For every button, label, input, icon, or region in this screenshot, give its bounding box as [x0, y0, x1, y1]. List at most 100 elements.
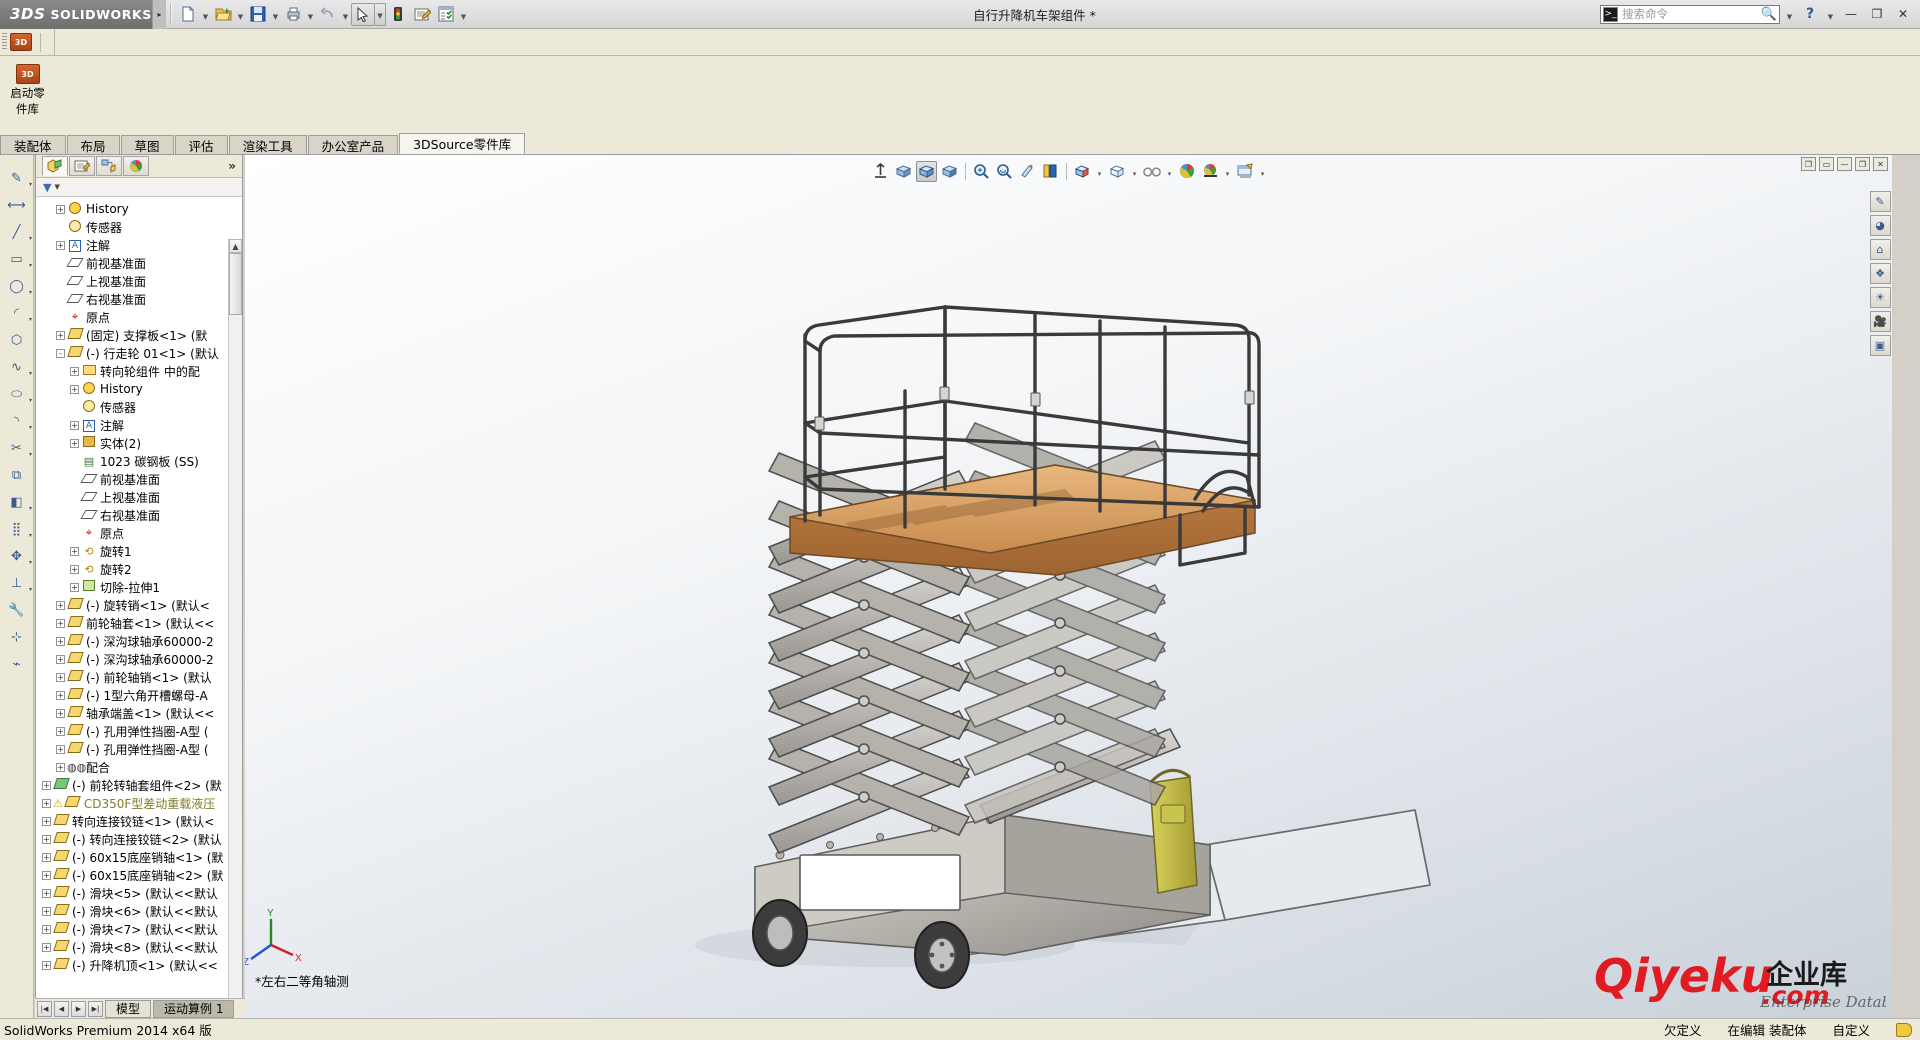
- tree-node[interactable]: + (-) 转向连接铰链<2> (默认: [36, 830, 242, 848]
- tree-node[interactable]: + 前轮轴套<1> (默认<<: [36, 614, 242, 632]
- linear-pattern-tool[interactable]: ⣿ ▾: [0, 516, 33, 543]
- trim-tool-caret[interactable]: ▾: [29, 451, 32, 458]
- section-view-icon[interactable]: [939, 161, 960, 182]
- ribbon-tab-2[interactable]: 草图: [120, 135, 174, 154]
- tree-node[interactable]: + 转向轮组件 中的配: [36, 362, 242, 380]
- tree-node[interactable]: + (-) 60x15底座销轴<2> (默: [36, 866, 242, 884]
- tree-expand-toggle[interactable]: +: [42, 906, 51, 916]
- tree-node[interactable]: + (-) 深沟球轴承60000-2: [36, 650, 242, 668]
- tree-node[interactable]: ⌖ 原点: [36, 308, 242, 326]
- appearances-icon[interactable]: ◕: [1869, 215, 1891, 236]
- tree-expand-toggle[interactable]: +: [56, 636, 65, 646]
- tree-expand-toggle[interactable]: +: [56, 654, 65, 664]
- tree-node[interactable]: 传感器: [36, 218, 242, 236]
- graphics-viewport[interactable]: ▾ ▾ ▾ ▾ ▾ ❐ ▭ — ❐ ✕ ✎ ◕ ⌂ ❖ ☀ 🎥 ▣ Y Z X …: [245, 155, 1892, 1018]
- circle-tool-caret[interactable]: ▾: [29, 289, 32, 296]
- tree-node[interactable]: + (-) 孔用弹性挡圈-A型 (: [36, 722, 242, 740]
- tree-node[interactable]: + 轴承端盖<1> (默认<<: [36, 704, 242, 722]
- display-style-icon-caret[interactable]: ▾: [1095, 161, 1105, 182]
- tree-node[interactable]: + (-) 前轮轴销<1> (默认: [36, 668, 242, 686]
- study-nav-button-0[interactable]: |◀: [37, 1000, 52, 1017]
- tree-expand-toggle[interactable]: +: [56, 204, 65, 214]
- smart-dimension-tool[interactable]: ⟷: [0, 192, 33, 219]
- tree-node[interactable]: ▤ 1023 碳钢板 (SS): [36, 452, 242, 470]
- tree-expand-toggle[interactable]: +: [42, 924, 51, 934]
- display-style-icon[interactable]: [1072, 161, 1093, 182]
- settings-options-caret[interactable]: ▼: [458, 3, 469, 26]
- tree-expand-toggle[interactable]: +: [42, 834, 51, 844]
- tree-node[interactable]: + (-) 滑块<6> (默认<<默认: [36, 902, 242, 920]
- tree-expand-toggle[interactable]: +: [70, 582, 79, 592]
- toolbar-drag-handle[interactable]: [2, 33, 7, 51]
- tree-node[interactable]: + ⟲ 旋转1: [36, 542, 242, 560]
- tree-expand-toggle[interactable]: +: [42, 960, 51, 970]
- select-pointer-button[interactable]: [351, 2, 375, 26]
- tree-expand-toggle[interactable]: +: [56, 672, 65, 682]
- tree-node[interactable]: + ◍◍ 配合: [36, 758, 242, 776]
- tree-expand-toggle[interactable]: +: [56, 726, 65, 736]
- print-document-caret[interactable]: ▼: [305, 3, 316, 26]
- open-document-caret[interactable]: ▼: [235, 3, 246, 26]
- vscroll-thumb[interactable]: [229, 253, 242, 315]
- pan-view-icon[interactable]: [1017, 161, 1038, 182]
- display-manager-tab[interactable]: [123, 156, 149, 176]
- tree-expand-toggle[interactable]: +: [56, 240, 65, 250]
- tree-expand-toggle[interactable]: +: [42, 852, 51, 862]
- tree-node[interactable]: 上视基准面: [36, 272, 242, 290]
- rectangle-tool[interactable]: ▭ ▾: [0, 246, 33, 273]
- property-manager-tab[interactable]: [69, 156, 95, 176]
- line-tool-caret[interactable]: ▾: [29, 235, 32, 242]
- viewport-close-button[interactable]: ✕: [1873, 157, 1888, 171]
- new-document-button[interactable]: [176, 3, 200, 26]
- open-document-button[interactable]: [211, 3, 235, 26]
- tree-node[interactable]: ⌖ 原点: [36, 524, 242, 542]
- tree-node[interactable]: + (-) 1型六角开槽螺母-A: [36, 686, 242, 704]
- filter-funnel-icon[interactable]: ▼: [43, 181, 51, 194]
- ribbon-tab-3[interactable]: 评估: [174, 135, 228, 154]
- tree-node[interactable]: + (-) 旋转销<1> (默认<: [36, 596, 242, 614]
- study-tab-1[interactable]: 运动算例 1: [153, 999, 235, 1018]
- tree-expand-toggle[interactable]: +: [56, 690, 65, 700]
- feature-tree-tab[interactable]: [42, 156, 68, 176]
- zoom-in-out-icon[interactable]: [971, 161, 992, 182]
- search-icon[interactable]: 🔍: [1761, 7, 1777, 22]
- display-delete-relations[interactable]: ⊥ ▾: [0, 570, 33, 597]
- fillet-tool[interactable]: ◝ ▾: [0, 408, 33, 435]
- rebuild-traffic-light-button[interactable]: [386, 3, 410, 26]
- ellipse-tool[interactable]: ⬭ ▾: [0, 381, 33, 408]
- ribbon-tab-5[interactable]: 办公室产品: [307, 135, 399, 154]
- tree-node[interactable]: + (-) 滑块<8> (默认<<默认: [36, 938, 242, 956]
- trim-tool[interactable]: ✂ ▾: [0, 435, 33, 462]
- zoom-to-fit-icon[interactable]: [870, 161, 891, 182]
- study-tab-0[interactable]: 模型: [105, 999, 152, 1018]
- tree-node[interactable]: 右视基准面: [36, 290, 242, 308]
- tree-expand-toggle[interactable]: +: [70, 384, 79, 394]
- line-tool[interactable]: ╱ ▾: [0, 219, 33, 246]
- settings-options-button[interactable]: [434, 3, 458, 26]
- viewport-maximize-button[interactable]: ❐: [1855, 157, 1870, 171]
- spline-tool[interactable]: ∿ ▾: [0, 354, 33, 381]
- ribbon-tab-4[interactable]: 渲染工具: [228, 135, 307, 154]
- fillet-tool-caret[interactable]: ▾: [29, 424, 32, 431]
- tree-node[interactable]: 前视基准面: [36, 470, 242, 488]
- close-button[interactable]: ✕: [1892, 4, 1914, 24]
- viewport-tile-button[interactable]: ▭: [1819, 157, 1834, 171]
- tree-expand-toggle[interactable]: +: [70, 366, 79, 376]
- decals-icon[interactable]: ❖: [1869, 263, 1891, 284]
- scroll-up-arrow[interactable]: ▲: [229, 239, 242, 253]
- tree-expand-toggle[interactable]: +: [70, 438, 79, 448]
- linear-pattern-tool-caret[interactable]: ▾: [29, 532, 32, 539]
- feature-filter-bar[interactable]: ▼ ▼: [36, 178, 242, 197]
- scenes-icon[interactable]: ⌂: [1869, 239, 1891, 260]
- new-document-caret[interactable]: ▼: [200, 3, 211, 26]
- tree-node[interactable]: + A 注解: [36, 416, 242, 434]
- mirror-tool[interactable]: ◧ ▾: [0, 489, 33, 516]
- tree-expand-toggle[interactable]: +: [56, 330, 65, 340]
- spline-tool-caret[interactable]: ▾: [29, 370, 32, 377]
- tree-node[interactable]: + 切除-拉伸1: [36, 578, 242, 596]
- ribbon-tab-0[interactable]: 装配体: [0, 135, 66, 154]
- save-document-caret[interactable]: ▼: [270, 3, 281, 26]
- viewport-restore-button[interactable]: ❐: [1801, 157, 1816, 171]
- viewport-minimize-button[interactable]: —: [1837, 157, 1852, 171]
- tree-node[interactable]: + History: [36, 200, 242, 218]
